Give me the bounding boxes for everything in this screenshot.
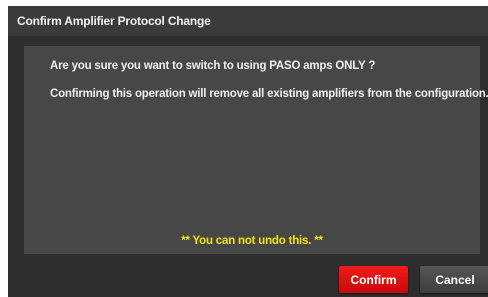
- dialog-title: Confirm Amplifier Protocol Change: [17, 14, 211, 28]
- confirm-dialog: Confirm Amplifier Protocol Change Are yo…: [8, 6, 488, 297]
- confirmation-detail: Confirming this operation will remove al…: [50, 88, 488, 100]
- confirm-button[interactable]: Confirm: [339, 266, 408, 293]
- dialog-content: Are you sure you want to switch to using…: [24, 46, 488, 254]
- confirmation-question: Are you sure you want to switch to using…: [50, 60, 376, 72]
- undo-warning: ** You can not undo this. **: [181, 235, 323, 247]
- dialog-titlebar: Confirm Amplifier Protocol Change: [8, 6, 488, 36]
- cancel-button[interactable]: Cancel: [420, 266, 488, 293]
